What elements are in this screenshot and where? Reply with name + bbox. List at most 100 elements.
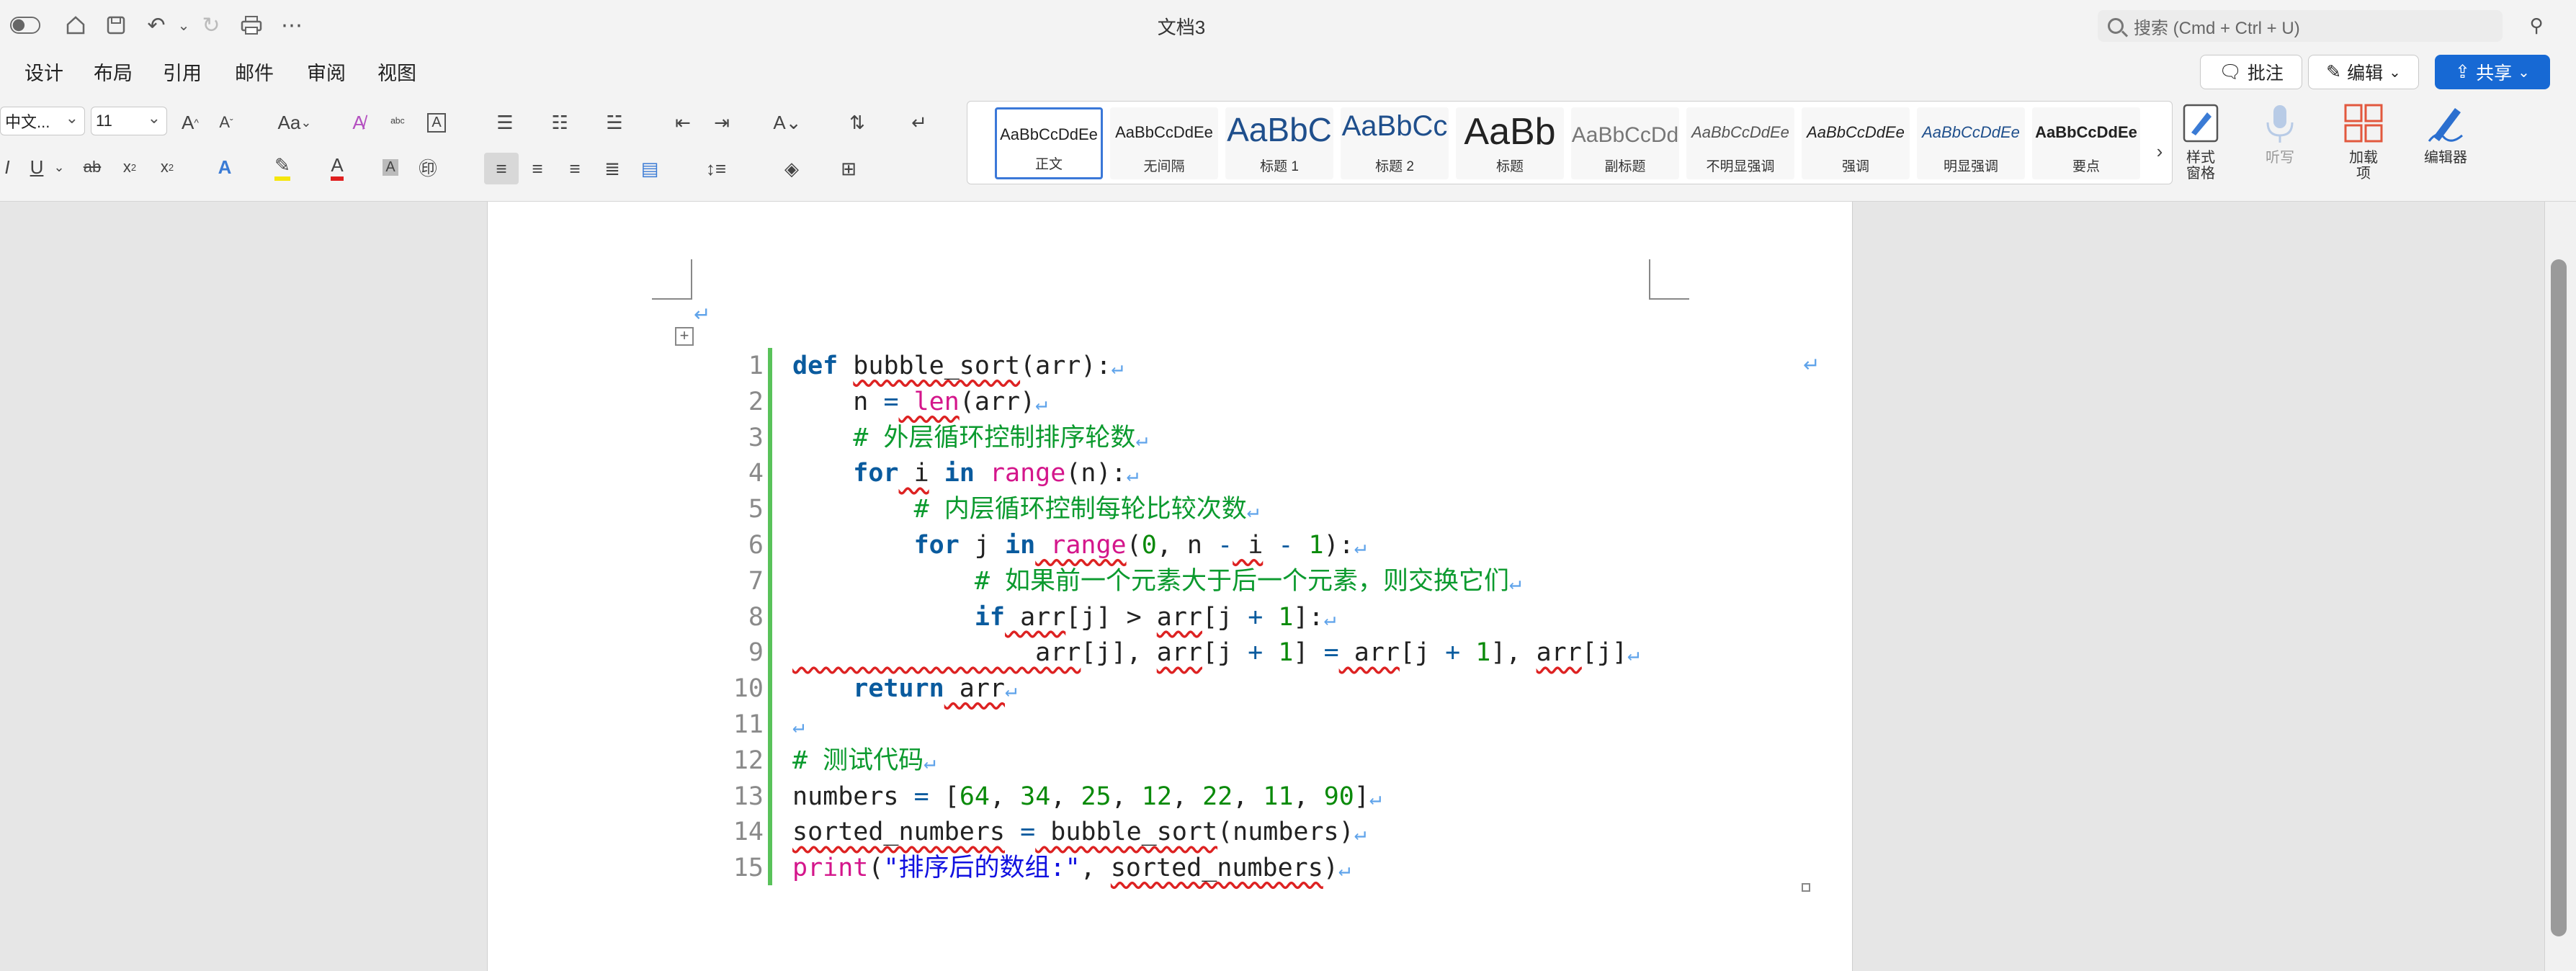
font-size-value: 11 xyxy=(96,112,112,130)
share-icon: ⇪ xyxy=(2455,62,2471,82)
code-line: 8 if arr[j] > arr[j + 1]:↵ xyxy=(0,599,2576,635)
borders-icon[interactable]: ⊞ xyxy=(827,153,870,184)
shrink-font-icon[interactable]: Aˇ xyxy=(212,108,241,137)
home-icon[interactable] xyxy=(61,10,91,40)
collaborate-icon[interactable]: ⚲ xyxy=(2521,10,2552,40)
underline-dropdown-icon[interactable]: ⌄ xyxy=(52,153,66,182)
style-tile[interactable]: AaBbCcDdEe 要点 xyxy=(2032,107,2140,179)
style-name: 副标题 xyxy=(1604,159,1646,174)
italic-button[interactable]: I xyxy=(0,153,14,182)
highlight-icon[interactable]: ✎ xyxy=(268,153,297,182)
code-line: 12 # 测试代码↵ xyxy=(0,743,2576,779)
scrollbar-thumb[interactable] xyxy=(2551,259,2567,936)
style-tile[interactable]: AaBbCcDdEe 明显强调 xyxy=(1917,107,2025,179)
align-right-icon[interactable]: ≡ xyxy=(560,153,589,184)
tab-view[interactable]: 视图 xyxy=(377,58,416,86)
text-effects-icon[interactable]: A xyxy=(210,153,239,182)
paragraph-mark: ↵ xyxy=(1035,390,1048,415)
code-text: # 测试代码↵ xyxy=(792,746,936,775)
addins-icon xyxy=(2344,104,2383,143)
font-name-select[interactable]: 中文... xyxy=(0,107,85,135)
style-preview: AaBbCcDd xyxy=(1571,123,1679,147)
bullets-icon[interactable]: ☰ xyxy=(487,108,523,137)
addins-button[interactable]: 加载 项 xyxy=(2324,101,2403,194)
tab-review[interactable]: 审阅 xyxy=(307,58,346,86)
line-number: 13 xyxy=(733,782,764,811)
pencil-icon: ✎ xyxy=(2326,62,2342,82)
undo-icon[interactable]: ↶ xyxy=(141,10,171,40)
superscript-button[interactable]: x2 xyxy=(153,153,182,182)
search-input[interactable]: 搜索 (Cmd + Ctrl + U) xyxy=(2098,10,2503,42)
line-number: 14 xyxy=(733,818,764,847)
paragraph-mark: ↵ xyxy=(923,749,936,774)
shading-icon[interactable]: ◈ xyxy=(774,153,810,184)
paragraph-mark: ↵ xyxy=(694,303,711,326)
code-text: # 如果前一个元素大于后一个元素，则交换它们↵ xyxy=(792,566,1521,596)
paragraph-mark: ↵ xyxy=(792,714,805,738)
print-icon[interactable] xyxy=(236,10,267,40)
search-placeholder: 搜索 (Cmd + Ctrl + U) xyxy=(2134,18,2300,38)
document-title: 文档3 xyxy=(1157,17,1206,38)
tab-design[interactable]: 设计 xyxy=(24,58,63,86)
crop-mark xyxy=(652,259,692,300)
line-number: 6 xyxy=(748,531,764,560)
numbering-icon[interactable]: ☷ xyxy=(542,108,578,137)
style-tile[interactable]: AaBb 标题 xyxy=(1456,107,1564,179)
code-text: if arr[j] > arr[j + 1]:↵ xyxy=(792,602,1336,632)
tab-mailings[interactable]: 邮件 xyxy=(235,58,274,86)
sidebar-toggle-icon[interactable] xyxy=(10,10,40,40)
decrease-indent-icon[interactable]: ⇤ xyxy=(668,108,697,137)
line-spacing-icon[interactable]: ↕≡ xyxy=(694,153,738,184)
character-border-icon[interactable]: A xyxy=(422,108,451,137)
phonetic-guide-icon[interactable]: ᵃᵇᶜ xyxy=(383,108,412,137)
multilevel-list-icon[interactable]: ☱ xyxy=(596,108,632,137)
editor-button[interactable]: 编辑器 xyxy=(2406,101,2485,194)
clear-formatting-icon[interactable]: A̸ xyxy=(344,108,373,137)
font-size-select[interactable]: 11 xyxy=(91,107,167,135)
code-text: sorted_numbers = bubble_sort(numbers)↵ xyxy=(792,818,1367,847)
dictate-button[interactable]: 听写 xyxy=(2240,101,2320,194)
tab-layout[interactable]: 布局 xyxy=(94,58,133,86)
show-marks-icon[interactable]: ↵ xyxy=(905,108,934,137)
share-button[interactable]: ⇪ 共享 ⌄ xyxy=(2435,55,2550,89)
style-tile[interactable]: AaBbCcDdEe 无间隔 xyxy=(1110,107,1218,179)
distributed-icon[interactable]: ▤ xyxy=(635,153,664,184)
character-shading-icon[interactable]: A xyxy=(376,153,405,182)
style-tile[interactable]: AaBbC 标题 1 xyxy=(1225,107,1333,179)
underline-button[interactable]: U xyxy=(24,153,49,182)
more-icon[interactable]: ⋯ xyxy=(277,10,307,40)
styles-pane-button[interactable]: 样式 窗格 xyxy=(2161,101,2240,194)
font-color-icon[interactable]: A xyxy=(323,153,352,182)
save-icon[interactable] xyxy=(101,10,131,40)
edit-mode-button[interactable]: ✎ 编辑 ⌄ xyxy=(2308,55,2419,89)
strikethrough-button[interactable]: ab xyxy=(78,153,107,182)
redo-icon[interactable]: ↻ xyxy=(196,10,226,40)
ribbon: 中文... 11 A^ Aˇ Aa⌄ A̸ ᵃᵇᶜ A I U ⌄ ab x2 … xyxy=(0,94,2576,202)
style-tile[interactable]: AaBbCcDdEe 正文 xyxy=(995,107,1103,179)
undo-dropdown-icon[interactable]: ⌄ xyxy=(169,10,199,40)
code-text: def bubble_sort(arr):↵ xyxy=(792,352,1124,380)
paragraph-mark: ↵ xyxy=(1627,642,1640,666)
table-move-handle-icon[interactable]: + xyxy=(675,327,694,346)
grow-font-icon[interactable]: A ^ xyxy=(176,108,205,137)
style-tile[interactable]: AaBbCcDdEe 强调 xyxy=(1802,107,1910,179)
style-name: 明显强调 xyxy=(1943,159,1998,174)
style-tile[interactable]: AaBbCcDdEe 不明显强调 xyxy=(1686,107,1794,179)
vertical-scrollbar[interactable] xyxy=(2544,202,2576,971)
chevron-down-icon: ⌄ xyxy=(2518,64,2530,81)
sort-icon[interactable]: ⇅ xyxy=(843,108,872,137)
comment-button[interactable]: 🗨 批注 xyxy=(2200,55,2302,89)
align-left-icon[interactable]: ≡ xyxy=(484,153,519,184)
tab-references[interactable]: 引用 xyxy=(163,58,202,86)
asian-layout-icon[interactable]: A⌄ xyxy=(769,108,805,137)
comment-icon: 🗨 xyxy=(2219,61,2242,82)
increase-indent-icon[interactable]: ⇥ xyxy=(707,108,736,137)
align-center-icon[interactable]: ≡ xyxy=(523,153,552,184)
enclose-characters-icon[interactable]: ㊞ xyxy=(413,153,442,182)
subscript-button[interactable]: x2 xyxy=(115,153,144,182)
justify-icon[interactable]: ≣ xyxy=(598,153,627,184)
style-tile[interactable]: AaBbCcDd 副标题 xyxy=(1571,107,1679,179)
style-tile[interactable]: AaBbCc 标题 2 xyxy=(1341,107,1449,179)
change-case-button[interactable]: Aa ⌄ xyxy=(269,108,320,137)
line-number: 1 xyxy=(748,352,764,380)
